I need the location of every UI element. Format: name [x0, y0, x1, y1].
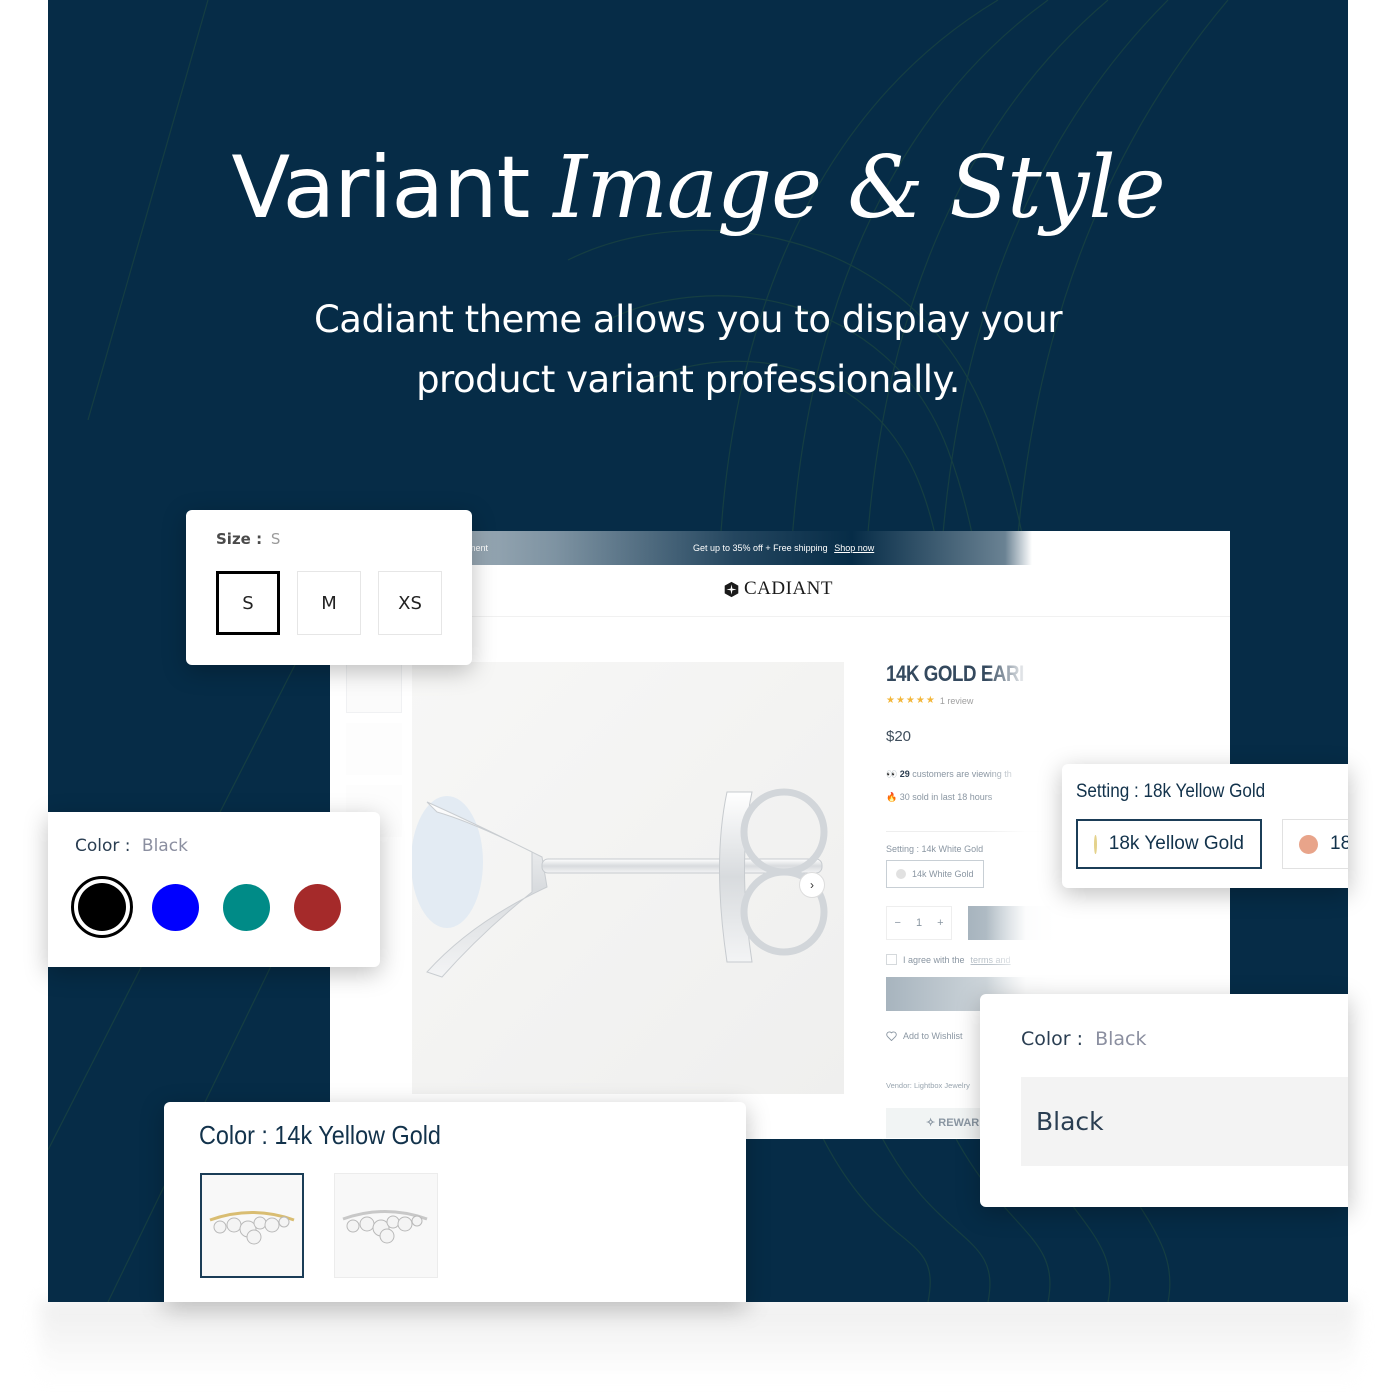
image-variant-card: Color : 14k Yellow Gold — [164, 1102, 746, 1302]
dropdown-label-text: Color : — [1021, 1028, 1084, 1050]
plus-icon[interactable]: + — [937, 917, 943, 929]
product-title: 14K GOLD EARI — [886, 661, 1024, 686]
shop-now-link[interactable]: Shop now — [834, 543, 874, 553]
promo-text: Get up to 35% off + Free shipping — [693, 543, 828, 553]
color-select[interactable]: Black — [1021, 1077, 1348, 1166]
earring-illustration — [412, 788, 828, 978]
setting-option[interactable]: 14k White Gold — [886, 860, 984, 888]
heart-icon — [886, 1031, 897, 1041]
size-option-xs[interactable]: XS — [378, 571, 442, 635]
gem-shape — [412, 796, 483, 928]
image-variant-options — [200, 1173, 438, 1278]
terms-link[interactable]: terms and — [971, 955, 1011, 965]
page-title: Variant Image & Style — [48, 138, 1348, 238]
viewing-count: 29 — [899, 769, 910, 779]
product-price: $20 — [886, 728, 912, 745]
thumbnail[interactable] — [346, 661, 402, 713]
reward-text: REWAR — [938, 1117, 980, 1129]
image-variant-label: Color : 14k Yellow Gold — [199, 1120, 441, 1150]
fire-icon: 🔥 — [886, 792, 898, 802]
swatch-blue[interactable] — [152, 883, 199, 931]
setting-selector-card: Setting : 18k Yellow Gold 18k Yellow Gol… — [1062, 764, 1348, 888]
color-swatch-card: Color : Black — [48, 812, 380, 967]
wishlist-label: Add to Wishlist — [903, 1031, 963, 1041]
setting-value: 14k White Gold — [921, 844, 984, 854]
subtitle-line-2: product variant professionally. — [416, 358, 960, 401]
size-option-s[interactable]: S — [216, 571, 280, 635]
agree-text: I agree with the — [903, 954, 965, 965]
image-option-white-gold[interactable] — [334, 1173, 438, 1278]
quantity-stepper[interactable]: − 1 + — [886, 906, 952, 940]
color-label-text: Color : — [75, 836, 131, 856]
purchase-row: − 1 + — [886, 906, 1230, 940]
minus-icon[interactable]: − — [895, 917, 901, 929]
setting-option-label: 18 — [1330, 833, 1348, 854]
swatch-red[interactable] — [294, 883, 341, 931]
next-image-button[interactable]: › — [799, 872, 825, 898]
setting-card-options: 18k Yellow Gold 18 — [1076, 819, 1348, 869]
title-plain: Variant — [231, 138, 530, 238]
setting-option-label: 14k White Gold — [912, 869, 974, 879]
setting-option-yellow-gold[interactable]: 18k Yellow Gold — [1076, 819, 1262, 869]
ring-image — [209, 1211, 295, 1245]
setting-label-text: Setting : — [886, 844, 920, 854]
review-count[interactable]: 1 review — [940, 696, 974, 706]
subtitle: Cadiant theme allows you to display your… — [48, 290, 1348, 410]
drop-shadow — [40, 1300, 1356, 1380]
product-image: › — [412, 662, 844, 1094]
title-italic: Image & Style — [553, 138, 1165, 238]
size-selector-card: Size : S S M XS — [186, 510, 472, 665]
quantity-value[interactable]: 1 — [916, 917, 922, 929]
brand-name: CADIANT — [744, 578, 833, 599]
viewing-text: customers are viewing th — [912, 769, 1012, 779]
setting-option-rose-gold[interactable]: 18 — [1282, 819, 1348, 869]
terms-checkbox-row[interactable]: I agree with the terms and — [886, 954, 1230, 965]
color-swatches — [71, 876, 341, 938]
size-label: Size : S — [216, 530, 280, 548]
ring-image — [342, 1210, 428, 1244]
dropdown-selected-value: Black — [1095, 1028, 1147, 1050]
setting-option-label: 18k Yellow Gold — [1108, 833, 1244, 854]
sparkle-icon: ✧ — [926, 1117, 936, 1129]
swatch-black-fill — [78, 883, 126, 931]
size-option-m[interactable]: M — [297, 571, 361, 635]
yellow-gold-dot-icon — [1094, 834, 1097, 854]
setting-card-label: Setting : 18k Yellow Gold — [1076, 781, 1265, 803]
add-to-cart-button[interactable] — [968, 906, 1118, 940]
sold-text: 30 sold in last 18 hours — [899, 792, 993, 802]
brand-logo[interactable]: CADIANT — [723, 578, 833, 600]
logo-icon — [724, 581, 739, 597]
terms-checkbox[interactable] — [886, 954, 897, 965]
rose-gold-dot-icon — [1299, 834, 1318, 854]
swatch-teal[interactable] — [223, 883, 270, 931]
star-icons: ★★★★★ — [886, 695, 936, 706]
size-selected-value: S — [270, 530, 281, 548]
divider — [886, 831, 1056, 832]
subtitle-line-1: Cadiant theme allows you to display your — [313, 298, 1063, 341]
color-label: Color : Black — [75, 836, 188, 856]
swatch-black[interactable] — [71, 876, 133, 938]
size-label-text: Size : — [216, 530, 263, 548]
color-dropdown-card: Color : Black Black — [980, 994, 1348, 1207]
vendor-label: Vendor: — [886, 1081, 912, 1090]
dropdown-label: Color : Black — [1021, 1028, 1147, 1050]
color-selected-value: Black — [141, 836, 188, 856]
image-option-yellow-gold[interactable] — [200, 1173, 304, 1278]
setting-card-value: 18k Yellow Gold — [1143, 781, 1266, 802]
vendor-value[interactable]: Lightbox Jewelry — [914, 1081, 970, 1090]
white-gold-dot-icon — [896, 869, 906, 879]
size-options: S M XS — [216, 571, 442, 635]
rating: ★★★★★ 1 review — [886, 695, 1230, 706]
thumbnail[interactable] — [346, 723, 402, 775]
setting-card-label-text: Setting : — [1076, 781, 1139, 802]
eyes-icon: 👀 — [886, 769, 898, 779]
announcement-text: Get up to 35% off + Free shipping Shop n… — [693, 543, 874, 553]
